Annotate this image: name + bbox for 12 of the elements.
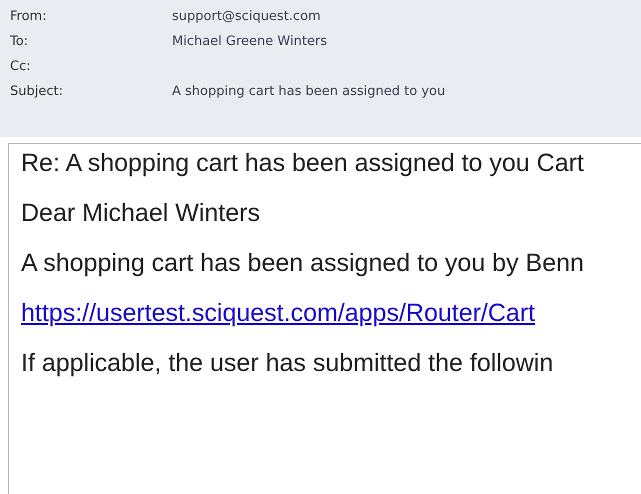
field-label: Cc:: [10, 59, 32, 74]
cart-link[interactable]: https://usertest.sciquest.com/apps/Router/Cart: [21, 299, 536, 327]
field-value: support@sciquest.com: [172, 9, 322, 24]
field-label: From:: [10, 9, 48, 24]
field-value: A shopping cart has been assigned to you: [172, 84, 446, 99]
body-paragraph: Re: A shopping cart has been assigned to you Cart: [21, 148, 584, 178]
field-value: Michael Greene Winters: [172, 34, 328, 49]
field-label: To:: [10, 34, 30, 49]
body-paragraph: If applicable, the user has submitted the followin: [21, 348, 554, 378]
body-paragraph: Dear Michael Winters: [21, 198, 260, 228]
field-label: Subject:: [10, 84, 64, 99]
body-paragraph: A shopping cart has been assigned to you by Benn: [21, 248, 584, 278]
